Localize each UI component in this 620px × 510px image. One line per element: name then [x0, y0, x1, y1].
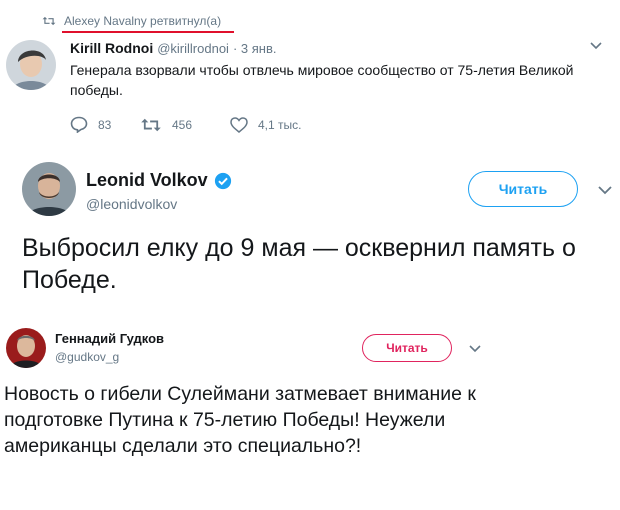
verified-badge-icon: [214, 172, 231, 189]
red-underline-annotation: [62, 31, 234, 33]
reply-action[interactable]: 83: [70, 116, 140, 133]
chevron-down-icon[interactable]: [590, 42, 602, 50]
heart-icon: [230, 116, 248, 133]
author-handle[interactable]: @kirillrodnoi: [157, 41, 229, 56]
author-name[interactable]: Kirill Rodnoi: [70, 40, 153, 56]
author-name[interactable]: Геннадий Гудков: [55, 331, 164, 346]
avatar[interactable]: [6, 40, 56, 90]
avatar[interactable]: [6, 328, 46, 368]
author-name-row: Leonid Volkov: [86, 170, 232, 191]
follow-button[interactable]: Читать: [468, 171, 578, 207]
retweet-icon: [42, 16, 56, 26]
avatar[interactable]: [22, 162, 76, 216]
retweet-action[interactable]: 456: [140, 117, 230, 133]
tweet-date[interactable]: · 3 янв.: [233, 41, 277, 56]
chevron-down-icon[interactable]: [598, 186, 612, 195]
retweet-label: Alexey Navalny ретвитнул(а): [64, 14, 222, 28]
follow-button[interactable]: Читать: [362, 334, 452, 362]
retweet-context[interactable]: Alexey Navalny ретвитнул(а): [42, 14, 221, 28]
author-handle[interactable]: @gudkov_g: [55, 350, 119, 364]
retweet-count: 456: [172, 117, 193, 132]
retweet-icon: [141, 118, 161, 131]
tweet-text: Выбросил елку до 9 мая — осквернил памят…: [22, 234, 576, 294]
tweet-actions: 83 456 4,1 тыс.: [70, 116, 301, 133]
tweet-header: Kirill Rodnoi @kirillrodnoi · 3 янв.: [70, 40, 276, 56]
reply-icon: [70, 116, 88, 133]
author-name[interactable]: Leonid Volkov: [86, 170, 208, 191]
chevron-down-icon[interactable]: [469, 345, 481, 353]
tweet-text: Генерала взорвали чтобы отвлечь мировое …: [70, 62, 574, 98]
author-handle[interactable]: @leonidvolkov: [86, 196, 177, 212]
tweet-text: Новость о гибели Сулеймани затмевает вни…: [4, 383, 476, 457]
like-count: 4,1 тыс.: [258, 117, 302, 132]
reply-count: 83: [98, 117, 112, 132]
like-action[interactable]: 4,1 тыс.: [230, 116, 302, 133]
